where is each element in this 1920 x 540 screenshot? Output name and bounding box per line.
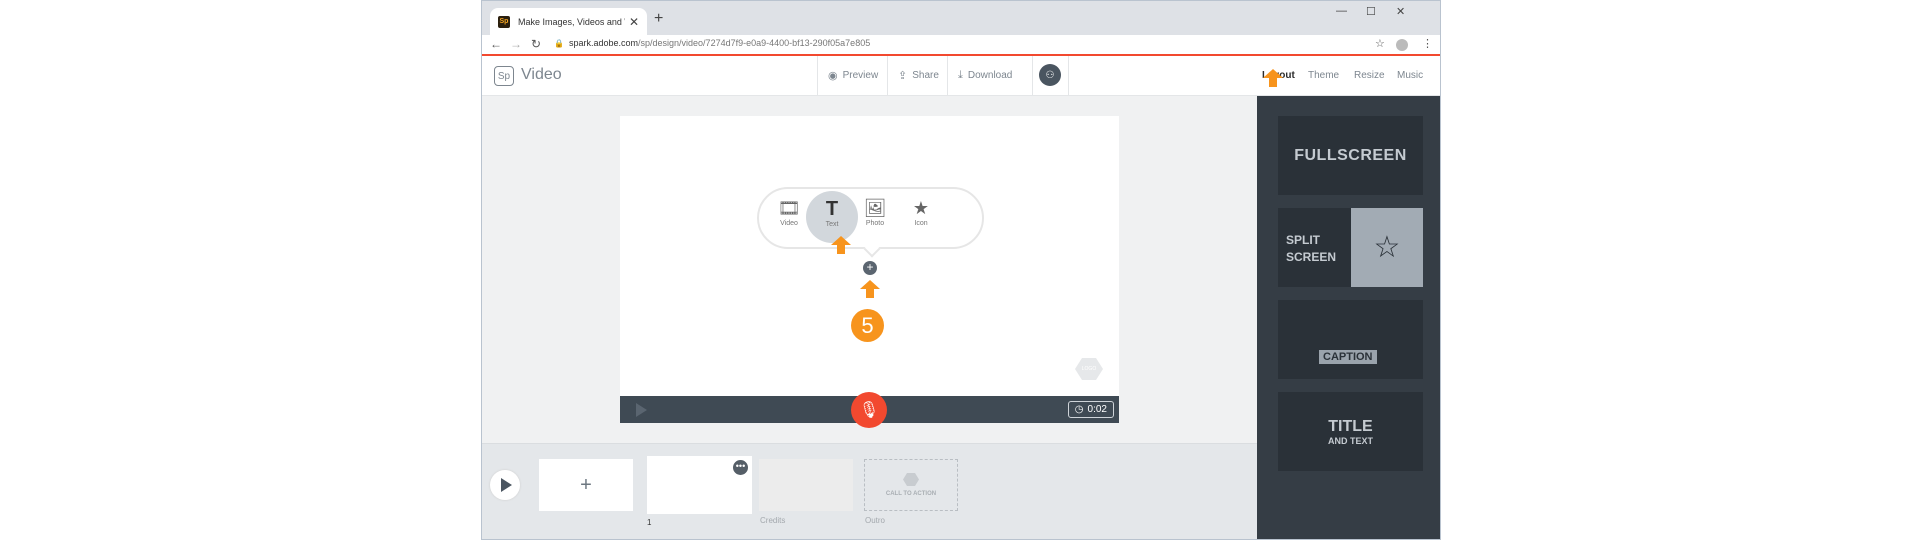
- download-icon: ⤓: [958, 69, 963, 81]
- profile-avatar[interactable]: [1396, 39, 1408, 54]
- credits-label: Credits: [760, 516, 786, 525]
- download-button[interactable]: ⤓ Download: [947, 56, 1032, 95]
- credits-slide[interactable]: [759, 459, 853, 511]
- play-all-button[interactable]: [490, 470, 520, 500]
- slide-stage[interactable]: 🎞 Video T Text 🖼 Photo ★ Icon + 5 LOGO: [620, 116, 1119, 396]
- url-path: /sp/design/video/7274d7f9-e0a9-4400-bf13…: [638, 38, 871, 48]
- app-header: Sp Video ◉ Preview ⇪ Share ⤓ Download ⚇ …: [482, 56, 1440, 96]
- url-field[interactable]: 🔒 spark.adobe.com/sp/design/video/7274d7…: [554, 38, 870, 48]
- slide-duration-button[interactable]: ◷ 0:02: [1067, 401, 1114, 418]
- clock-icon: ◷: [1074, 404, 1084, 415]
- close-tab-icon[interactable]: ✕: [629, 15, 639, 29]
- minimize-icon[interactable]: —: [1336, 5, 1347, 17]
- slide-number: 1: [647, 518, 652, 527]
- maximize-icon[interactable]: ☐: [1366, 5, 1376, 18]
- slide-timeline: + ••• 1 Credits CALL TO ACTION Outro: [482, 443, 1257, 539]
- add-content-plus-icon[interactable]: +: [863, 261, 877, 275]
- layout-title-and-text[interactable]: TITLE AND TEXT: [1278, 392, 1423, 471]
- menu-kebab-icon[interactable]: ⋮: [1422, 37, 1433, 50]
- film-icon: 🎞: [777, 198, 801, 218]
- slide-thumbnail[interactable]: •••: [647, 456, 752, 514]
- lock-icon: 🔒: [554, 38, 564, 48]
- logo-badge: LOGO: [1075, 358, 1103, 380]
- browser-tab[interactable]: Sp Make Images, Videos and Web S ✕: [490, 8, 647, 35]
- share-button[interactable]: ⇪ Share: [887, 56, 947, 95]
- browser-window: Sp Make Images, Videos and Web S ✕ + — ☐…: [481, 0, 1441, 540]
- eye-icon: ◉: [828, 70, 838, 82]
- tab-title: Make Images, Videos and Web S: [518, 16, 625, 27]
- photo-icon: 🖼: [863, 198, 887, 218]
- outro-slide[interactable]: CALL TO ACTION: [864, 459, 958, 511]
- plus-icon: +: [580, 473, 592, 496]
- layout-panel: FULLSCREEN SPLIT SCREEN ☆ CAPTION TITLE …: [1257, 96, 1440, 539]
- add-photo-option[interactable]: 🖼 Photo: [849, 196, 901, 240]
- add-user-icon[interactable]: ⚇: [1039, 64, 1061, 86]
- add-content-popup: 🎞 Video T Text 🖼 Photo ★ Icon: [757, 187, 984, 258]
- add-icon-option[interactable]: ★ Icon: [895, 196, 947, 240]
- share-icon: ⇪: [898, 70, 908, 82]
- tab-theme[interactable]: Theme: [1308, 70, 1339, 81]
- address-bar: ← → ↻ 🔒 spark.adobe.com/sp/design/video/…: [482, 35, 1440, 55]
- close-window-icon[interactable]: ✕: [1396, 5, 1405, 18]
- spark-logo[interactable]: Sp: [494, 66, 514, 86]
- call-to-action-label: CALL TO ACTION: [885, 491, 937, 497]
- star-outline-icon: ☆: [1351, 208, 1423, 287]
- add-slide-button[interactable]: +: [539, 459, 633, 511]
- reload-icon[interactable]: ↻: [531, 37, 541, 51]
- star-icon: ★: [912, 198, 930, 218]
- tab-strip: Sp Make Images, Videos and Web S ✕ + — ☐…: [482, 1, 1440, 35]
- layout-caption[interactable]: CAPTION: [1278, 300, 1423, 379]
- layout-split-screen[interactable]: SPLIT SCREEN ☆: [1278, 208, 1423, 287]
- app-name: Video: [521, 66, 562, 83]
- layout-fullscreen[interactable]: FULLSCREEN: [1278, 116, 1423, 195]
- tab-music[interactable]: Music: [1397, 70, 1423, 81]
- new-tab-icon[interactable]: +: [654, 10, 663, 28]
- spark-favicon-icon: Sp: [498, 15, 510, 28]
- play-icon[interactable]: [636, 403, 647, 417]
- preview-button[interactable]: ◉ Preview: [817, 56, 887, 95]
- step-number-badge: 5: [851, 309, 884, 342]
- text-icon: T: [825, 198, 839, 220]
- microphone-icon: 🎙: [858, 402, 880, 419]
- tab-resize[interactable]: Resize: [1354, 70, 1385, 81]
- forward-icon[interactable]: →: [510, 37, 522, 51]
- back-icon[interactable]: ←: [490, 37, 502, 51]
- record-voice-button[interactable]: 🎙: [851, 392, 887, 428]
- hexagon-icon: [903, 473, 919, 486]
- more-options-icon[interactable]: •••: [733, 460, 748, 475]
- editor-canvas-area: 🎞 Video T Text 🖼 Photo ★ Icon + 5 LOGO ◷…: [482, 96, 1257, 443]
- outro-label: Outro: [865, 516, 886, 525]
- url-domain: spark.adobe.com: [568, 38, 639, 48]
- bookmark-star-icon[interactable]: ☆: [1375, 37, 1385, 50]
